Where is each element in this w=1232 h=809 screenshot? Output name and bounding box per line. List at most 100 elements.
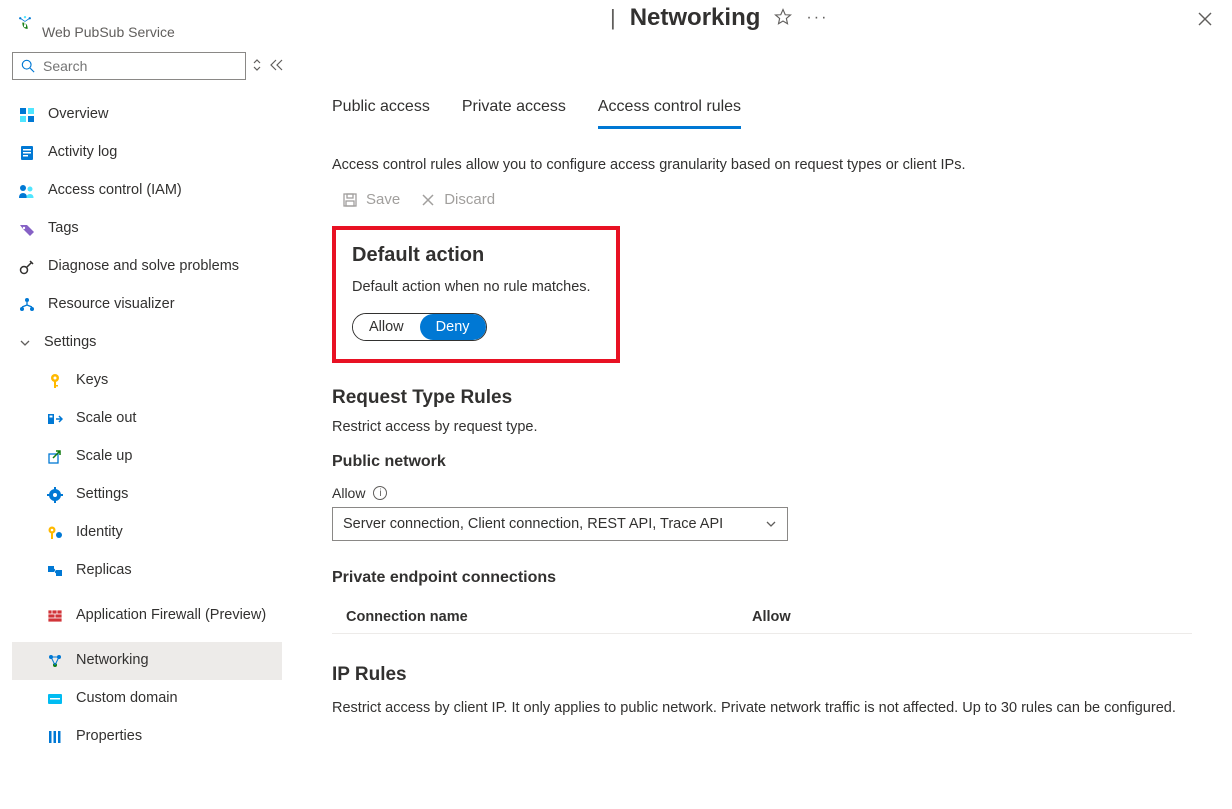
nav-label: Identity [76, 524, 276, 541]
default-action-title: Default action [352, 244, 600, 267]
expand-toggle-icon[interactable] [252, 57, 262, 76]
nav-label: Networking [76, 652, 276, 669]
nav-properties[interactable]: Properties [12, 718, 282, 756]
diagnose-icon [18, 258, 36, 276]
nav-keys[interactable]: Keys [12, 362, 282, 400]
toggle-deny[interactable]: Deny [420, 314, 486, 340]
favorite-star-icon[interactable] [774, 8, 792, 29]
nav-overview[interactable]: Overview [12, 96, 282, 134]
nav-label: Properties [76, 728, 276, 745]
nav-label: Activity log [48, 144, 276, 161]
custom-domain-icon [46, 690, 64, 708]
info-icon[interactable]: i [373, 486, 387, 500]
toolbar: Save Discard [332, 191, 1216, 208]
resource-visualizer-icon [18, 296, 36, 314]
scale-up-icon [46, 448, 64, 466]
nav-label: Scale out [76, 410, 276, 427]
toggle-allow[interactable]: Allow [353, 314, 420, 340]
nav-settings-group[interactable]: Settings [12, 324, 282, 362]
default-action-subtitle: Default action when no rule matches. [352, 279, 600, 295]
allow-field-label: Allow i [332, 485, 1216, 501]
tags-icon [18, 220, 36, 238]
save-label: Save [366, 191, 400, 208]
nav-label: Access control (IAM) [48, 182, 276, 199]
nav-scale-out[interactable]: Scale out [12, 400, 282, 438]
service-name: Web PubSub Service [42, 24, 175, 40]
private-endpoints-title: Private endpoint connections [332, 569, 1216, 587]
nav-label: Resource visualizer [48, 296, 276, 313]
search-input-wrapper[interactable] [12, 52, 246, 80]
dropdown-value: Server connection, Client connection, RE… [343, 516, 723, 532]
properties-icon [46, 728, 64, 746]
search-input[interactable] [41, 57, 237, 75]
chevron-down-icon [18, 338, 32, 348]
nav-custom-domain[interactable]: Custom domain [12, 680, 282, 718]
column-connection-name: Connection name [332, 609, 752, 625]
close-button[interactable] [1196, 10, 1214, 28]
ip-rules-description: Restrict access by client IP. It only ap… [332, 698, 1192, 720]
allow-dropdown[interactable]: Server connection, Client connection, RE… [332, 507, 788, 541]
save-icon [342, 192, 358, 208]
allow-field-text: Allow [332, 485, 365, 501]
default-action-section: Default action Default action when no ru… [332, 226, 620, 363]
nav-label: Custom domain [76, 690, 276, 707]
request-type-rules-title: Request Type Rules [332, 387, 1216, 409]
default-action-toggle[interactable]: Allow Deny [352, 313, 487, 341]
ip-rules-title: IP Rules [332, 664, 1216, 686]
scale-out-icon [46, 410, 64, 428]
nav-label: Scale up [76, 448, 276, 465]
nav-identity[interactable]: Identity [12, 514, 282, 552]
gear-icon [46, 486, 64, 504]
activity-log-icon [18, 144, 36, 162]
nav-label: Keys [76, 372, 276, 389]
nav-list[interactable]: Overview Activity log Access control (IA… [12, 96, 288, 776]
iam-icon [18, 182, 36, 200]
public-network-label: Public network [332, 453, 1216, 471]
nav-replicas[interactable]: Replicas [12, 552, 282, 590]
request-type-rules-subtitle: Restrict access by request type. [332, 419, 1216, 435]
more-menu-icon[interactable]: ··· [806, 9, 828, 27]
nav-scale-up[interactable]: Scale up [12, 438, 282, 476]
chevron-down-icon [765, 518, 777, 530]
nav-networking[interactable]: Networking [12, 642, 282, 680]
nav-settings-item[interactable]: Settings [12, 476, 282, 514]
keys-icon [46, 372, 64, 390]
nav-iam[interactable]: Access control (IAM) [12, 172, 282, 210]
nav-label: Settings [44, 334, 276, 351]
nav-label: Tags [48, 220, 276, 237]
nav-tags[interactable]: Tags [12, 210, 282, 248]
identity-icon [46, 524, 64, 542]
column-allow: Allow [752, 609, 1192, 625]
tab-access-control-rules[interactable]: Access control rules [598, 92, 741, 129]
nav-label: Diagnose and solve problems [48, 258, 276, 275]
nav-label: Application Firewall (Preview) [76, 607, 276, 624]
nav-firewall[interactable]: Application Firewall (Preview) [12, 590, 282, 642]
private-endpoints-table-header: Connection name Allow [332, 601, 1192, 634]
service-logo-icon [16, 14, 34, 32]
page-title: Networking [630, 4, 761, 32]
nav-resource-visualizer[interactable]: Resource visualizer [12, 286, 282, 324]
sidebar: Overview Activity log Access control (IA… [0, 42, 292, 809]
tab-bar: Public access Private access Access cont… [332, 92, 1216, 129]
tab-private-access[interactable]: Private access [462, 92, 566, 129]
page-header: Web PubSub Service | Networking ··· [0, 0, 1232, 42]
tab-description: Access control rules allow you to config… [332, 157, 1216, 173]
title-separator: | [610, 5, 616, 31]
discard-icon [420, 192, 436, 208]
networking-icon [46, 652, 64, 670]
save-button[interactable]: Save [342, 191, 400, 208]
replicas-icon [46, 562, 64, 580]
nav-activity-log[interactable]: Activity log [12, 134, 282, 172]
discard-label: Discard [444, 191, 495, 208]
discard-button[interactable]: Discard [420, 191, 495, 208]
nav-label: Settings [76, 486, 276, 503]
nav-label: Replicas [76, 562, 276, 579]
search-icon [21, 59, 35, 73]
nav-diagnose[interactable]: Diagnose and solve problems [12, 248, 282, 286]
main-content: Public access Private access Access cont… [292, 42, 1232, 809]
firewall-icon [46, 607, 64, 625]
overview-icon [18, 106, 36, 124]
nav-label: Overview [48, 106, 276, 123]
collapse-sidebar-icon[interactable] [268, 58, 284, 75]
tab-public-access[interactable]: Public access [332, 92, 430, 129]
